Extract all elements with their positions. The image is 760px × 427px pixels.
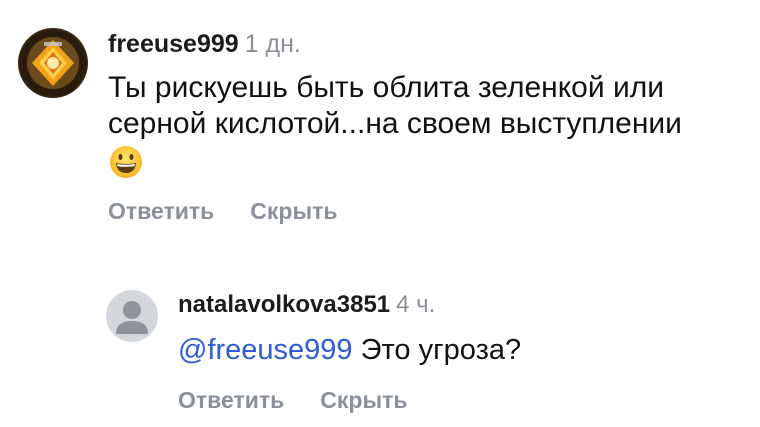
reply-button[interactable]: Ответить bbox=[108, 198, 214, 224]
comment-text-body: Это угроза? bbox=[352, 334, 522, 366]
timestamp: 1 дн. bbox=[244, 30, 301, 58]
hide-button[interactable]: Скрыть bbox=[250, 198, 337, 224]
comment-text: @freeuse999 Это угроза? bbox=[178, 332, 738, 368]
comment-text-line: серной кислотой...на своем выступлении bbox=[108, 107, 682, 140]
username[interactable]: natalavolkova3851 bbox=[178, 291, 390, 318]
default-user-icon bbox=[116, 301, 148, 334]
avatar[interactable] bbox=[106, 290, 158, 342]
comment-actions: Ответить Скрыть bbox=[178, 387, 408, 414]
comment-text-line: Ты рискуешь быть облита зеленкой или bbox=[108, 71, 664, 104]
grinning-face-emoji-icon bbox=[108, 144, 144, 189]
comment-header: natalavolkova3851 4 ч. bbox=[178, 291, 435, 319]
timestamp: 4 ч. bbox=[396, 291, 436, 318]
comments-thread: freeuse999 1 дн. Ты рискуешь быть облита … bbox=[0, 0, 760, 427]
username[interactable]: freeuse999 bbox=[108, 30, 239, 58]
avatar[interactable] bbox=[18, 28, 88, 98]
avatar-image bbox=[20, 30, 86, 96]
comment-actions: Ответить Скрыть bbox=[108, 198, 338, 225]
comment-text: Ты рискуешь быть облита зеленкой или сер… bbox=[108, 70, 748, 189]
comment-header: freeuse999 1 дн. bbox=[108, 30, 301, 59]
reply-button[interactable]: Ответить bbox=[178, 387, 284, 413]
mention-link[interactable]: @freeuse999 bbox=[178, 334, 353, 366]
hide-button[interactable]: Скрыть bbox=[320, 387, 407, 413]
